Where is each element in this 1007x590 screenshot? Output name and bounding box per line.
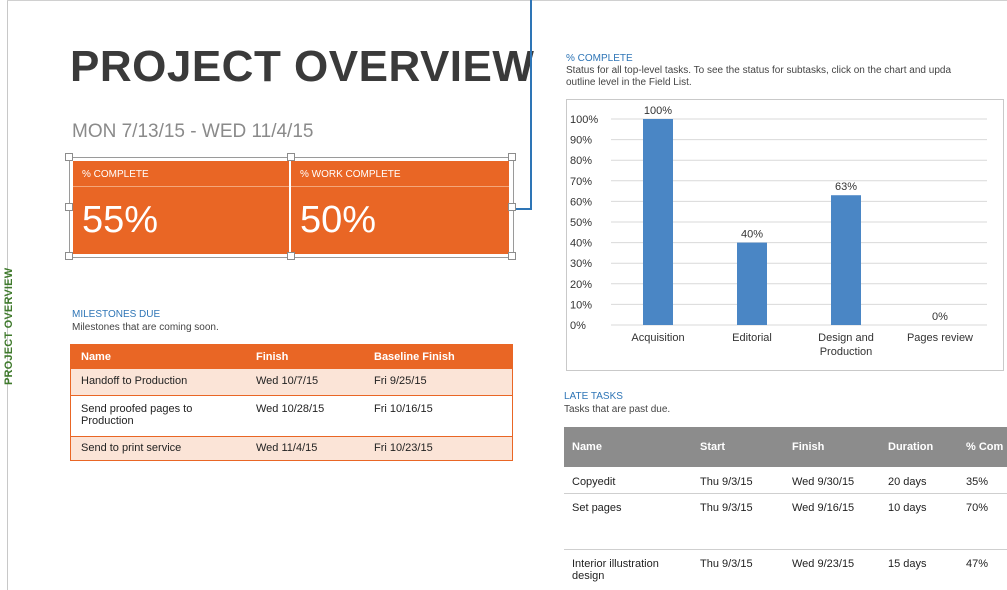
column-header-baseline-finish[interactable]: Baseline Finish	[364, 345, 512, 369]
complete-section-description-line2[interactable]: outline level in the Field List.	[566, 77, 692, 88]
cell-finish: Wed 9/23/15	[792, 557, 855, 570]
resize-handle-bottom-left[interactable]	[65, 252, 73, 260]
table-header-row: Name Start Finish Duration % Com	[564, 427, 1007, 467]
column-header-start[interactable]: Start	[692, 427, 784, 467]
x-tick-label: Production	[820, 346, 873, 358]
cell-baseline: Fri 10/16/15	[364, 395, 512, 437]
cell-name: Set pages	[564, 493, 692, 550]
table-row[interactable]: Send proofed pages to Production Wed 10/…	[71, 395, 512, 437]
data-label: 0%	[932, 311, 948, 323]
page-top-edge	[7, 0, 1007, 1]
y-tick-label: 10%	[570, 299, 592, 311]
data-label: 100%	[644, 105, 672, 117]
milestones-table-container[interactable]: Name Finish Baseline Finish Handoff to P…	[70, 344, 513, 461]
cell-finish: Wed 11/4/15	[246, 436, 364, 460]
column-header-name[interactable]: Name	[564, 427, 692, 467]
cell-baseline: Fri 10/23/15	[364, 436, 512, 460]
table-row[interactable]: Set pages Thu 9/3/15 Wed 9/16/15 10 days…	[564, 493, 1007, 550]
cell-percent: 47%	[966, 557, 989, 570]
late-tasks-title[interactable]: LATE TASKS	[564, 391, 623, 402]
complete-section-title[interactable]: % COMPLETE	[566, 53, 633, 64]
cell-duration: 10 days	[880, 493, 958, 550]
page-title[interactable]: PROJECT OVERVIEW	[70, 42, 534, 92]
bar-3[interactable]	[831, 195, 861, 325]
y-tick-label: 30%	[570, 258, 592, 270]
y-tick-label: 70%	[570, 176, 592, 188]
cell-start: Thu 9/3/15	[700, 557, 753, 570]
late-tasks-table-container[interactable]: Name Start Finish Duration % Com Copyedi…	[564, 427, 1007, 590]
cell-finish: Wed 10/7/15	[246, 369, 364, 396]
x-tick-label: Design and	[818, 332, 874, 344]
kpi-value: 55%	[82, 199, 159, 241]
y-tick-label: 20%	[570, 279, 592, 291]
cell-percent: 35%	[958, 467, 1007, 494]
cell-baseline: Fri 9/25/15	[364, 369, 512, 396]
cell-duration: 15 days	[888, 557, 927, 570]
cell-name: Copyedit	[564, 467, 692, 494]
table-row[interactable]: Interior illustration design Thu 9/3/15 …	[564, 549, 1007, 589]
kpi-card-group[interactable]: % COMPLETE 55% % WORK COMPLETE 50%	[65, 153, 516, 260]
x-tick-label: Acquisition	[631, 332, 684, 344]
milestones-table[interactable]: Name Finish Baseline Finish Handoff to P…	[71, 345, 512, 460]
kpi-label: % COMPLETE	[82, 169, 149, 180]
cell-start: Thu 9/3/15	[692, 493, 784, 550]
cell-percent: 70%	[958, 493, 1007, 550]
cell-name: Send to print service	[71, 436, 246, 460]
cell-name: Send proofed pages to Production	[71, 395, 246, 437]
cell-duration: 20 days	[880, 467, 958, 494]
bar-2[interactable]	[737, 242, 767, 325]
y-tick-label: 80%	[570, 155, 592, 167]
table-row[interactable]: Copyedit Thu 9/3/15 Wed 9/30/15 20 days …	[564, 467, 1007, 494]
column-header-percent-complete[interactable]: % Com	[958, 427, 1007, 467]
resize-handle-top-left[interactable]	[65, 153, 73, 161]
y-tick-label: 0%	[570, 320, 586, 332]
resize-handle-bottom-middle[interactable]	[287, 252, 295, 260]
x-tick-label: Editorial	[732, 332, 772, 344]
data-label: 63%	[835, 181, 857, 193]
callout-connector-vertical	[530, 0, 532, 210]
cell-start: Thu 9/3/15	[692, 467, 784, 494]
percent-complete-chart[interactable]: 0% 10% 20% 30% 40% 50% 60% 70% 80% 90% 100% 100% Acq…	[566, 99, 1004, 371]
date-range[interactable]: MON 7/13/15 - WED 11/4/15	[72, 121, 313, 143]
chart-svg[interactable]: 0% 10% 20% 30% 40% 50% 60% 70% 80% 90% 100% 100% Acq…	[567, 100, 1003, 370]
late-tasks-table[interactable]: Name Start Finish Duration % Com Copyedi…	[564, 427, 1007, 589]
x-tick-label: Pages review	[907, 332, 973, 344]
cell-finish: Wed 10/28/15	[246, 395, 364, 437]
y-tick-label: 60%	[570, 196, 592, 208]
table-row[interactable]: Send to print service Wed 11/4/15 Fri 10…	[71, 436, 512, 460]
column-header-finish[interactable]: Finish	[784, 427, 880, 467]
y-tick-label: 90%	[570, 135, 592, 147]
complete-section-description-line1[interactable]: Status for all top-level tasks. To see t…	[566, 65, 1007, 76]
milestones-subtitle[interactable]: Milestones that are coming soon.	[72, 322, 219, 333]
cell-finish: Wed 9/16/15	[784, 493, 880, 550]
column-header-finish[interactable]: Finish	[246, 345, 364, 369]
resize-handle-top-middle[interactable]	[287, 153, 295, 161]
y-tick-label: 100%	[570, 114, 598, 126]
cell-name: Handoff to Production	[71, 369, 246, 396]
kpi-value: 50%	[300, 199, 377, 241]
resize-handle-middle-right[interactable]	[508, 203, 516, 211]
column-header-duration[interactable]: Duration	[880, 427, 958, 467]
bar-1[interactable]	[643, 119, 673, 325]
kpi-divider	[291, 186, 509, 187]
table-header-row: Name Finish Baseline Finish	[71, 345, 512, 369]
resize-handle-bottom-right[interactable]	[508, 252, 516, 260]
kpi-card-percent-work-complete[interactable]: % WORK COMPLETE 50%	[291, 161, 509, 254]
late-tasks-subtitle[interactable]: Tasks that are past due.	[564, 404, 670, 415]
y-tick-label: 50%	[570, 217, 592, 229]
data-label: 40%	[741, 229, 763, 241]
milestones-title[interactable]: MILESTONES DUE	[72, 309, 160, 320]
kpi-card-percent-complete[interactable]: % COMPLETE 55%	[73, 161, 289, 254]
sidebar-vertical-label: PROJECT OVERVIEW	[3, 267, 15, 385]
table-row[interactable]: Handoff to Production Wed 10/7/15 Fri 9/…	[71, 369, 512, 396]
resize-handle-middle-left[interactable]	[65, 203, 73, 211]
y-tick-label: 40%	[570, 238, 592, 250]
resize-handle-top-right[interactable]	[508, 153, 516, 161]
cell-finish: Wed 9/30/15	[784, 467, 880, 494]
cell-name: Interior illustration design	[572, 557, 659, 582]
kpi-label: % WORK COMPLETE	[300, 169, 401, 180]
kpi-divider	[73, 186, 289, 187]
column-header-name[interactable]: Name	[71, 345, 246, 369]
